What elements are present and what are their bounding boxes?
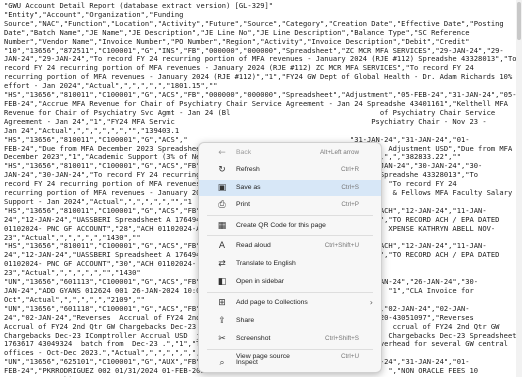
menu-item-label: Save as xyxy=(236,184,261,191)
menu-item-shortcut: Ctrl+Shift+U xyxy=(324,242,359,249)
menu-item-add-to-collections[interactable]: ⊞ Add page to Collections › xyxy=(199,295,381,311)
menu-item-back[interactable]: ← Back Alt+Left arrow xyxy=(199,145,381,161)
menu-separator xyxy=(207,292,373,293)
context-menu: ← Back Alt+Left arrow ↻ Refresh Ctrl+R ▣… xyxy=(198,142,382,373)
menu-item-screenshot[interactable]: ✂ Screenshot Ctrl+Shift+S xyxy=(199,331,381,347)
menu-item-label: Share xyxy=(236,317,255,324)
menu-item-inspect[interactable]: ⌕ Inspect xyxy=(199,356,381,370)
inspect-icon: ⌕ xyxy=(219,358,225,368)
menu-item-label: Print xyxy=(236,201,250,208)
qr-code-icon: ▦ xyxy=(217,221,227,231)
read-aloud-icon: A xyxy=(218,241,226,251)
scrollbar-thumb[interactable] xyxy=(517,2,521,40)
chevron-right-icon: › xyxy=(369,298,373,307)
menu-item-shortcut: Alt+Left arrow xyxy=(319,149,359,156)
menu-item-label: Add page to Collections xyxy=(236,299,308,306)
collections-icon: ⊞ xyxy=(218,298,226,308)
vertical-scrollbar[interactable] xyxy=(516,0,522,377)
menu-item-label: Back xyxy=(236,149,252,156)
menu-separator xyxy=(207,215,373,216)
menu-item-shortcut: Ctrl+P xyxy=(341,201,359,208)
translate-icon: ⇄ xyxy=(218,259,226,269)
menu-item-label: Inspect xyxy=(236,359,258,366)
screenshot-icon: ✂ xyxy=(218,334,226,344)
menu-item-label: Create QR Code for this page xyxy=(236,222,326,229)
save-icon: ▣ xyxy=(217,183,227,193)
menu-item-label: Open in sidebar xyxy=(236,278,284,285)
menu-item-refresh[interactable]: ↻ Refresh Ctrl+R xyxy=(199,162,381,178)
menu-item-label: Read aloud xyxy=(236,242,271,249)
menu-item-create-qr-code[interactable]: ▦ Create QR Code for this page xyxy=(199,218,381,234)
menu-item-shortcut: Ctrl+Shift+S xyxy=(325,335,359,342)
menu-item-label: Screenshot xyxy=(236,335,271,342)
menu-item-read-aloud[interactable]: A Read aloud Ctrl+Shift+U xyxy=(199,238,381,254)
share-icon: ⇪ xyxy=(218,316,226,326)
back-arrow-icon: ← xyxy=(218,148,226,158)
menu-item-open-in-sidebar[interactable]: ◧ Open in sidebar xyxy=(199,274,381,290)
print-icon: ⎙ xyxy=(218,200,226,210)
menu-item-translate[interactable]: ⇄ Translate to English xyxy=(199,256,381,272)
menu-item-shortcut: Ctrl+S xyxy=(341,184,359,191)
refresh-icon: ↻ xyxy=(218,165,226,175)
menu-item-label: Translate to English xyxy=(236,260,296,267)
menu-item-share[interactable]: ⇪ Share xyxy=(199,313,381,329)
menu-separator xyxy=(207,235,373,236)
menu-item-shortcut: Ctrl+R xyxy=(340,166,359,173)
menu-item-print[interactable]: ⎙ Print Ctrl+P xyxy=(199,197,381,213)
menu-item-save-as[interactable]: ▣ Save as Ctrl+S xyxy=(199,180,381,196)
menu-item-label: Refresh xyxy=(236,166,260,173)
sidebar-icon: ◧ xyxy=(217,277,227,287)
